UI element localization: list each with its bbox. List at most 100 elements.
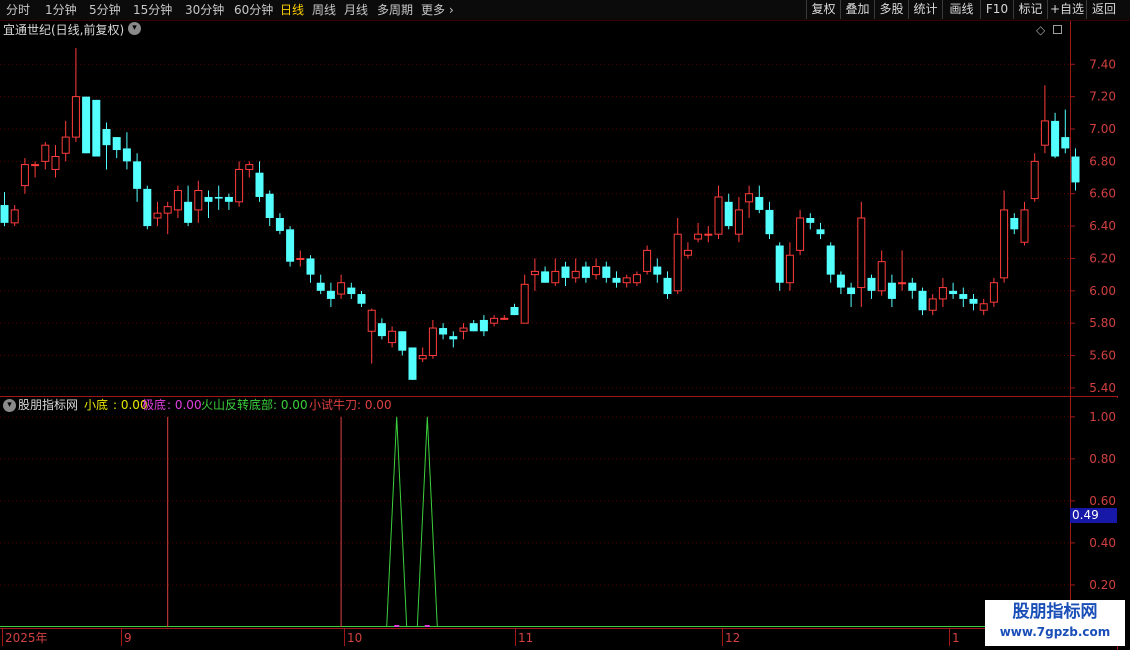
- candle-body-down: [836, 274, 845, 288]
- candle-body-up: [428, 327, 437, 357]
- back-button[interactable]: 返回: [1086, 0, 1121, 19]
- diamond-icon[interactable]: ◇: [1036, 23, 1045, 37]
- candle-body-down: [806, 218, 815, 223]
- axis-labels: 7.40 7.20 7.00 6.80 6.60 6.40 6.20 6.00 5.80 5.60…: [2, 57, 1116, 646]
- add-watchlist-button[interactable]: +自选: [1047, 0, 1086, 19]
- candle-body-down: [581, 266, 590, 278]
- statistics-button[interactable]: 统计: [908, 0, 942, 19]
- fuquan-button[interactable]: 复权: [806, 0, 840, 19]
- candle-body-up: [235, 168, 244, 203]
- candle-body-down: [133, 161, 142, 189]
- candle-body-up: [490, 317, 499, 324]
- candle-body-down: [326, 290, 335, 299]
- candle-body-up: [367, 309, 376, 332]
- draw-line-button[interactable]: 画线: [942, 0, 980, 19]
- candle-body-up: [459, 327, 468, 332]
- candle-body-down: [1061, 137, 1070, 149]
- candle-body-up: [71, 96, 80, 138]
- candle-body-down: [887, 282, 896, 299]
- candle-body-up: [643, 249, 652, 272]
- indicator-series[interactable]: [0, 416, 1117, 628]
- candle-body-up: [592, 266, 601, 276]
- period-tab-60min[interactable]: 60分钟: [234, 2, 273, 18]
- watermark-name: 股朋指标网: [1012, 602, 1098, 622]
- period-tab-5min[interactable]: 5分钟: [89, 2, 121, 18]
- overlay-button[interactable]: 叠加: [840, 0, 874, 19]
- jidi-value: 0.00: [174, 398, 202, 412]
- candle-body-up: [796, 217, 805, 251]
- period-tab-daily[interactable]: 日线: [280, 2, 304, 18]
- price-tick-label: 5.40: [1089, 381, 1116, 395]
- candle-body-up: [898, 282, 907, 285]
- legend-jidi-value: : 0.00: [167, 398, 202, 412]
- candle-body-down: [449, 336, 458, 340]
- legend-xiaoshi-value: : 0.00: [357, 398, 392, 412]
- candle-body-down: [969, 298, 978, 304]
- candle-body-down: [408, 347, 417, 380]
- period-tab-1min[interactable]: 1分钟: [45, 2, 77, 18]
- indicator-tick-label: 0.80: [1089, 452, 1116, 466]
- price-tick-label: 6.00: [1089, 284, 1116, 298]
- side-info-strip[interactable]: [1117, 21, 1130, 396]
- candle-body-down: [357, 294, 366, 304]
- period-tab-monthly[interactable]: 月线: [344, 2, 368, 18]
- period-tab-weekly[interactable]: 周线: [312, 2, 336, 18]
- candle-body-up: [163, 206, 172, 214]
- price-tick-label: 6.80: [1089, 154, 1116, 168]
- legend-huoshan-label: 火山反转底部: [201, 398, 274, 412]
- candle-body-down: [949, 290, 958, 295]
- candle-body-up: [704, 233, 713, 236]
- candle-body-down: [826, 245, 835, 275]
- price-tick-label: 5.80: [1089, 316, 1116, 330]
- candle-body-down: [204, 196, 213, 202]
- candle-body-up: [622, 277, 631, 284]
- candle-body-down: [82, 96, 91, 154]
- candle-body-down: [214, 196, 223, 199]
- period-tab-30min[interactable]: 30分钟: [185, 2, 224, 18]
- candle-body-up: [785, 254, 794, 284]
- candle-body-down: [112, 137, 121, 151]
- indicator-tick-label: 0.40: [1089, 536, 1116, 550]
- candle-body-down: [602, 266, 611, 278]
- candle-body-down: [612, 277, 621, 283]
- period-tab-more[interactable]: 更多: [421, 2, 445, 18]
- multi-stock-button[interactable]: 多股: [874, 0, 908, 19]
- candle-body-down: [847, 287, 856, 295]
- candle-body-up: [979, 303, 988, 311]
- candle-body-up: [734, 209, 743, 235]
- watermark-logo: 股朋指标网 www.7gpzb.com: [985, 600, 1125, 646]
- square-icon[interactable]: [1053, 25, 1062, 34]
- candle-body-up: [153, 212, 162, 219]
- price-tick-label: 7.40: [1089, 57, 1116, 71]
- candle-body-down: [561, 266, 570, 278]
- f10-button[interactable]: F10: [980, 0, 1013, 19]
- indicator-dropdown-icon[interactable]: ▾: [3, 399, 16, 412]
- candle-body-up: [928, 298, 937, 311]
- indicator-tick-label: 1.00: [1089, 410, 1116, 424]
- side-info-strip-lower[interactable]: [1117, 398, 1130, 628]
- price-tick-label: 7.00: [1089, 122, 1116, 136]
- candle-body-down: [479, 319, 488, 332]
- candle-body-down: [439, 328, 448, 335]
- candle-body-down: [1071, 156, 1080, 183]
- candle-body-down: [92, 99, 101, 157]
- mark-button[interactable]: 标记: [1013, 0, 1047, 19]
- period-toolbar: 分时 1分钟 5分钟 15分钟 30分钟 60分钟 日线 周线 月线 多周期 更…: [0, 0, 1130, 21]
- period-tab-15min[interactable]: 15分钟: [133, 2, 172, 18]
- candle-body-down: [653, 266, 662, 275]
- candle-body-down: [908, 282, 917, 291]
- indicator-name[interactable]: 股朋指标网: [18, 398, 78, 412]
- candle-body-down: [1051, 120, 1060, 157]
- indicator-green-pulse: [416, 416, 438, 628]
- candle-body-down: [0, 205, 9, 223]
- title-dropdown-icon[interactable]: ▾: [128, 22, 141, 35]
- candlestick-series[interactable]: [0, 48, 1080, 380]
- candle-body-down: [541, 271, 550, 283]
- period-tab-multi[interactable]: 多周期: [377, 2, 413, 18]
- candle-body-up: [989, 282, 998, 303]
- candle-body-down: [275, 218, 284, 231]
- candle-body-down: [377, 323, 386, 337]
- chart-canvas[interactable]: 7.40 7.20 7.00 6.80 6.60 6.40 6.20 6.00 5.80 5.60…: [0, 0, 1130, 650]
- period-tab-fenshi[interactable]: 分时: [6, 2, 30, 18]
- candle-body-up: [938, 287, 947, 300]
